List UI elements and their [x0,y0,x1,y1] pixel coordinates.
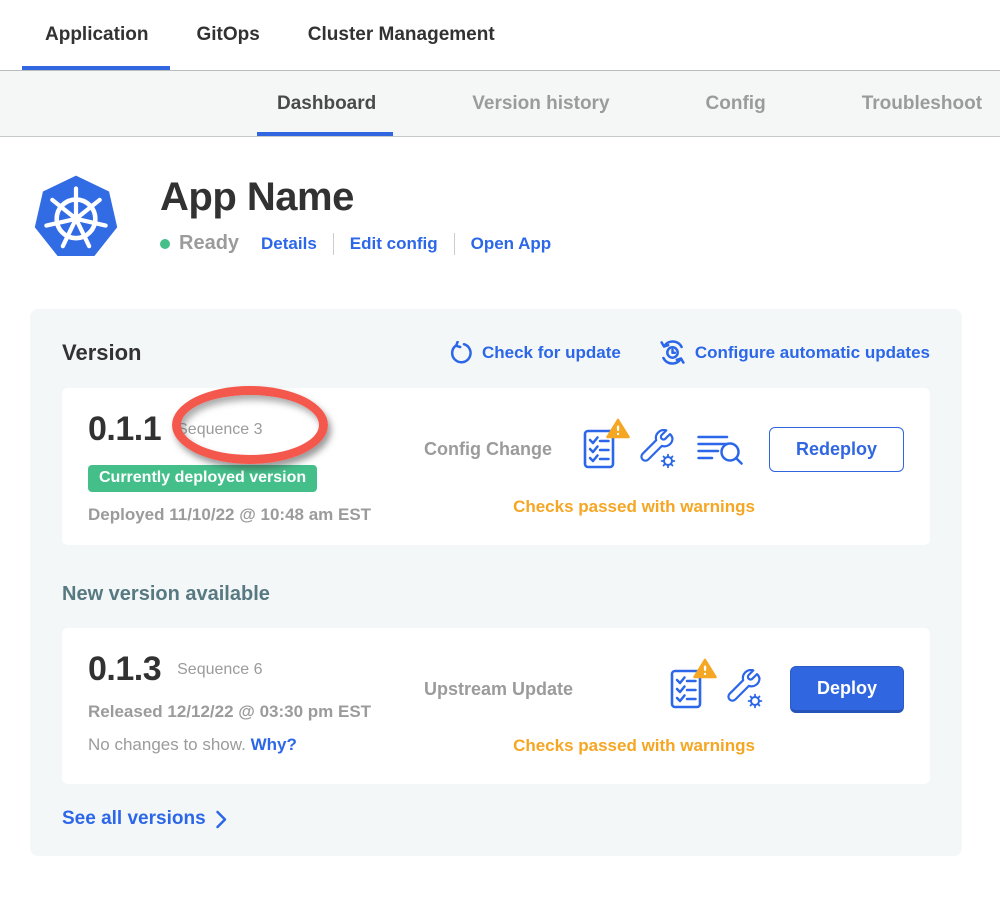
tab-troubleshoot[interactable]: Troubleshoot [862,71,982,136]
check-for-update-button[interactable]: Check for update [449,341,621,365]
warning-triangle-icon [693,658,717,679]
tab-application[interactable]: Application [45,0,148,70]
view-files-icon[interactable] [697,431,743,467]
available-version-row: 0.1.3 Sequence 6 Released 12/12/22 @ 03:… [62,628,930,784]
available-version-source: Upstream Update [424,679,644,700]
version-heading: Version [62,340,141,366]
available-version-number: 0.1.3 [88,650,161,689]
new-version-heading: New version available [62,583,930,606]
primary-nav: Application GitOps Cluster Management [0,0,1000,70]
current-version-source: Config Change [424,439,557,460]
tab-config[interactable]: Config [706,71,766,136]
details-link[interactable]: Details [261,234,317,254]
why-link[interactable]: Why? [251,735,297,754]
configure-automatic-updates-label: Configure automatic updates [695,343,930,363]
preflight-checks-icon[interactable] [583,428,617,470]
config-wrench-icon[interactable] [724,669,764,709]
see-all-versions-link[interactable]: See all versions [62,808,930,830]
redeploy-button[interactable]: Redeploy [769,427,904,472]
deploy-button[interactable]: Deploy [790,666,904,713]
tab-dashboard[interactable]: Dashboard [277,71,376,136]
ready-status-dot [160,239,170,249]
available-sequence-label: Sequence 6 [177,661,262,679]
preflight-status-message: Checks passed with warnings [424,736,904,756]
kubernetes-logo [30,171,122,263]
refresh-icon [449,341,473,365]
divider [333,233,334,255]
see-all-versions-label: See all versions [62,808,206,830]
current-sequence-label: Sequence 3 [177,421,262,439]
divider [454,233,455,255]
page-title: App Name [160,175,551,220]
edit-config-link[interactable]: Edit config [350,234,438,254]
open-app-link[interactable]: Open App [471,234,552,254]
config-wrench-icon[interactable] [637,429,677,469]
app-header: App Name Ready Details Edit config Open … [30,171,1000,263]
app-status: Ready [179,232,239,255]
preflight-checks-icon[interactable] [670,668,704,710]
configure-automatic-updates-button[interactable]: Configure automatic updates [659,339,930,366]
currently-deployed-badge: Currently deployed version [88,465,317,492]
check-for-update-label: Check for update [482,343,621,363]
warning-triangle-icon [606,418,630,439]
diff-summary: No changes to show. [88,735,246,754]
released-timestamp: Released 12/12/22 @ 03:30 pm EST [88,702,424,722]
current-version-number: 0.1.1 [88,410,161,449]
preflight-status-message: Checks passed with warnings [424,497,904,517]
current-version-row: 0.1.1 Sequence 3 Currently deployed vers… [62,388,930,545]
auto-update-clock-icon [659,339,686,366]
app-sub-nav: Dashboard Version history Config Trouble… [0,70,1000,137]
chevron-right-icon [215,810,228,829]
version-card: Version Check for update Configure [30,309,962,856]
deployed-timestamp: Deployed 11/10/22 @ 10:48 am EST [88,505,424,525]
tab-cluster-management[interactable]: Cluster Management [308,0,495,70]
tab-version-history[interactable]: Version history [472,71,609,136]
tab-gitops[interactable]: GitOps [196,0,259,70]
